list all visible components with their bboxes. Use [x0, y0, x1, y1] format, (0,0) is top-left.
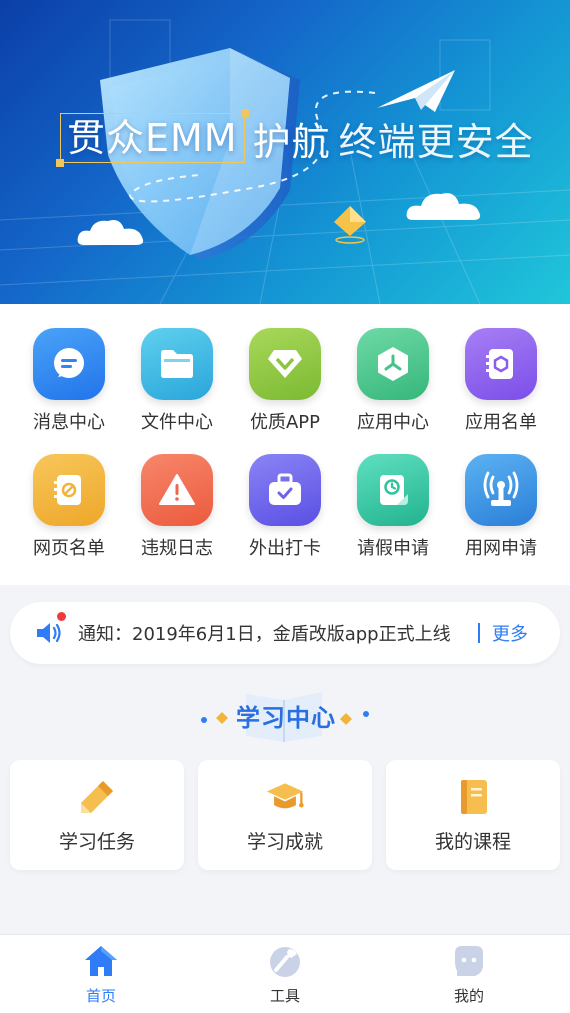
diamond-icon	[249, 328, 321, 400]
study-card-courses[interactable]: 我的课程	[386, 760, 560, 870]
banner-slogan: 贯众EMM 护航 终端更安全	[56, 109, 534, 167]
notice-text[interactable]: 通知：2019年6月1日，金盾改版app正式上线	[78, 620, 468, 646]
grid-item-network-request[interactable]: 用网申请	[446, 454, 556, 574]
card-label: 学习任务	[58, 830, 135, 853]
tab-tools[interactable]: 工具	[190, 935, 380, 1013]
grid-label: 网页名单	[33, 538, 105, 559]
notice-more-link[interactable]: 更多	[492, 620, 528, 646]
graduation-cap-icon	[266, 782, 304, 808]
card-label: 我的课程	[434, 830, 511, 853]
grid-item-leave-request[interactable]: 请假申请	[338, 454, 448, 574]
grid-label: 消息中心	[33, 412, 105, 433]
network-signal-icon	[465, 454, 537, 526]
function-grid: 消息中心 文件中心 优质APP 应用中心 应用名单 网页名单 违规日志 外出打卡…	[0, 304, 570, 585]
grid-label: 请假申请	[357, 538, 429, 559]
study-center-title: 学习中心	[236, 704, 336, 732]
grid-item-quality-app[interactable]: 优质APP	[230, 328, 340, 448]
tab-home[interactable]: 首页	[6, 935, 196, 1013]
tab-label: 工具	[269, 987, 300, 1005]
notice-bar[interactable]: 通知：2019年6月1日，金盾改版app正式上线 更多	[10, 602, 560, 664]
study-card-tasks[interactable]: 学习任务	[10, 760, 184, 870]
tab-profile[interactable]: 我的	[374, 935, 564, 1013]
app-hub-icon	[357, 328, 429, 400]
leave-clock-icon	[357, 454, 429, 526]
profile-icon	[455, 946, 483, 976]
folder-icon	[141, 328, 213, 400]
grid-item-app-center[interactable]: 应用中心	[338, 328, 448, 448]
tab-label: 首页	[85, 987, 116, 1005]
grid-item-web-list[interactable]: 网页名单	[14, 454, 124, 574]
grid-item-violation-log[interactable]: 违规日志	[122, 454, 232, 574]
grid-label: 优质APP	[249, 412, 321, 433]
web-list-icon	[33, 454, 105, 526]
checkin-bag-icon	[249, 454, 321, 526]
grid-item-file-center[interactable]: 文件中心	[122, 328, 232, 448]
notice-divider	[478, 623, 480, 643]
banner-word: 护航	[252, 119, 331, 164]
tab-label: 我的	[453, 987, 484, 1005]
speaker-icon	[34, 612, 66, 648]
study-center-heading: 学习中心	[0, 684, 570, 746]
diamond-decoration-icon	[334, 206, 366, 244]
home-icon	[85, 946, 117, 976]
card-label: 学习成就	[246, 830, 323, 853]
grid-item-app-list[interactable]: 应用名单	[446, 328, 556, 448]
grid-label: 外出打卡	[249, 538, 321, 559]
banner-brand: 贯众EMM	[56, 109, 249, 167]
grid-label: 应用名单	[465, 412, 537, 433]
tools-icon	[270, 947, 300, 977]
unread-dot	[57, 612, 66, 621]
grid-item-message-center[interactable]: 消息中心	[14, 328, 124, 448]
pencil-icon	[81, 780, 113, 813]
grid-label: 用网申请	[465, 538, 537, 559]
warning-icon	[141, 454, 213, 526]
book-icon	[461, 779, 487, 814]
cloud-right-icon	[406, 193, 481, 220]
hero-banner[interactable]: 贯众EMM 护航 终端更安全	[0, 0, 570, 304]
cloud-left-icon	[77, 220, 144, 245]
grid-label: 文件中心	[141, 412, 213, 433]
study-card-achievements[interactable]: 学习成就	[198, 760, 372, 870]
app-list-icon	[465, 328, 537, 400]
message-icon	[33, 328, 105, 400]
bottom-tab-bar: 首页 工具 我的	[0, 934, 570, 1013]
banner-tagline: 终端更安全	[338, 119, 534, 164]
paper-plane-icon	[377, 70, 455, 112]
grid-label: 违规日志	[141, 538, 213, 559]
grid-item-checkin[interactable]: 外出打卡	[230, 454, 340, 574]
grid-label: 应用中心	[357, 412, 429, 433]
